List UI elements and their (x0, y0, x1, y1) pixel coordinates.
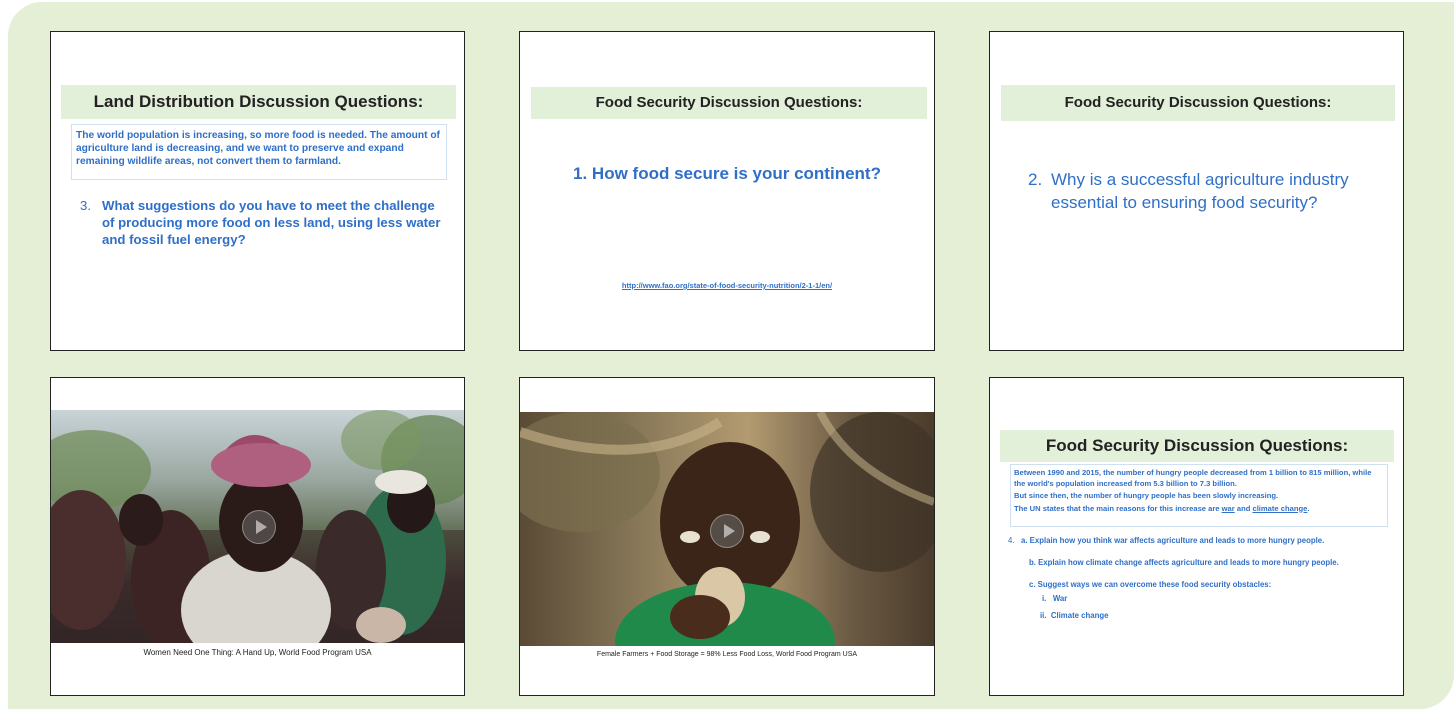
slide-header: Food Security Discussion Questions: (1001, 85, 1395, 121)
question-4a-row: 4. a. Explain how you think war affects … (1008, 534, 1378, 548)
slide-video-farmers[interactable]: Female Farmers + Food Storage = 98% Less… (519, 377, 935, 696)
slide-food-security-2[interactable]: Food Security Discussion Questions: 2. W… (989, 31, 1404, 351)
question-text: What suggestions do you have to meet the… (102, 198, 441, 247)
video-thumbnail[interactable] (51, 410, 464, 643)
question-number: 3. (80, 198, 91, 213)
question-4a: a. Explain how you think war affects agr… (1021, 536, 1325, 545)
intro-box: The world population is increasing, so m… (71, 124, 447, 180)
war-link[interactable]: war (1222, 504, 1235, 513)
question-3: 3. What suggestions do you have to meet … (80, 197, 450, 248)
video-caption: Female Farmers + Food Storage = 98% Less… (596, 651, 858, 658)
video-thumbnail[interactable] (520, 412, 934, 646)
question-4b: b. Explain how climate change affects ag… (1029, 558, 1339, 567)
slide-header: Land Distribution Discussion Questions: (61, 85, 456, 119)
question-4: 4. a. Explain how you think war affects … (1008, 534, 1378, 623)
question-4c-ii: ii. Climate change (1040, 611, 1109, 620)
slide-header: Food Security Discussion Questions: (1000, 430, 1394, 462)
question-2: 2. Why is a successful agriculture indus… (1028, 168, 1378, 214)
play-icon[interactable] (710, 514, 744, 548)
fao-link[interactable]: http://www.fao.org/state-of-food-securit… (520, 281, 934, 290)
slide-video-women[interactable]: Women Need One Thing: A Hand Up, World F… (50, 377, 465, 696)
question-number: 4. (1008, 536, 1015, 545)
intro-end: . (1307, 503, 1310, 513)
question-4c-i: i. War (1042, 594, 1068, 603)
intro-line-2: But since then, the number of hungry peo… (1014, 491, 1279, 500)
question-1: 1. How food secure is your continent? (573, 164, 881, 183)
intro-box: Between 1990 and 2015, the number of hun… (1010, 464, 1388, 527)
question-number: 2. (1028, 170, 1043, 189)
intro-line-1: Between 1990 and 2015, the number of hun… (1014, 468, 1372, 488)
play-icon[interactable] (242, 510, 276, 544)
intro-text: The world population is increasing, so m… (76, 130, 440, 167)
climate-change-link[interactable]: climate change (1252, 504, 1307, 513)
and-text: and (1234, 503, 1253, 513)
question-4c: c. Suggest ways we can overcome these fo… (1029, 580, 1272, 589)
slide-land-distribution[interactable]: Land Distribution Discussion Questions: … (50, 31, 465, 351)
intro-line-3: The UN states that the main reasons for … (1014, 504, 1384, 515)
slide-food-security-4[interactable]: Food Security Discussion Questions: Betw… (989, 377, 1404, 696)
question-text: Why is a successful agriculture industry… (1051, 170, 1349, 212)
slide-food-security-1[interactable]: Food Security Discussion Questions: 1. H… (519, 31, 935, 351)
intro-line-3-text: The UN states that the main reasons for … (1014, 503, 1222, 513)
slide-header: Food Security Discussion Questions: (531, 87, 927, 119)
video-caption: Women Need One Thing: A Hand Up, World F… (143, 648, 372, 657)
